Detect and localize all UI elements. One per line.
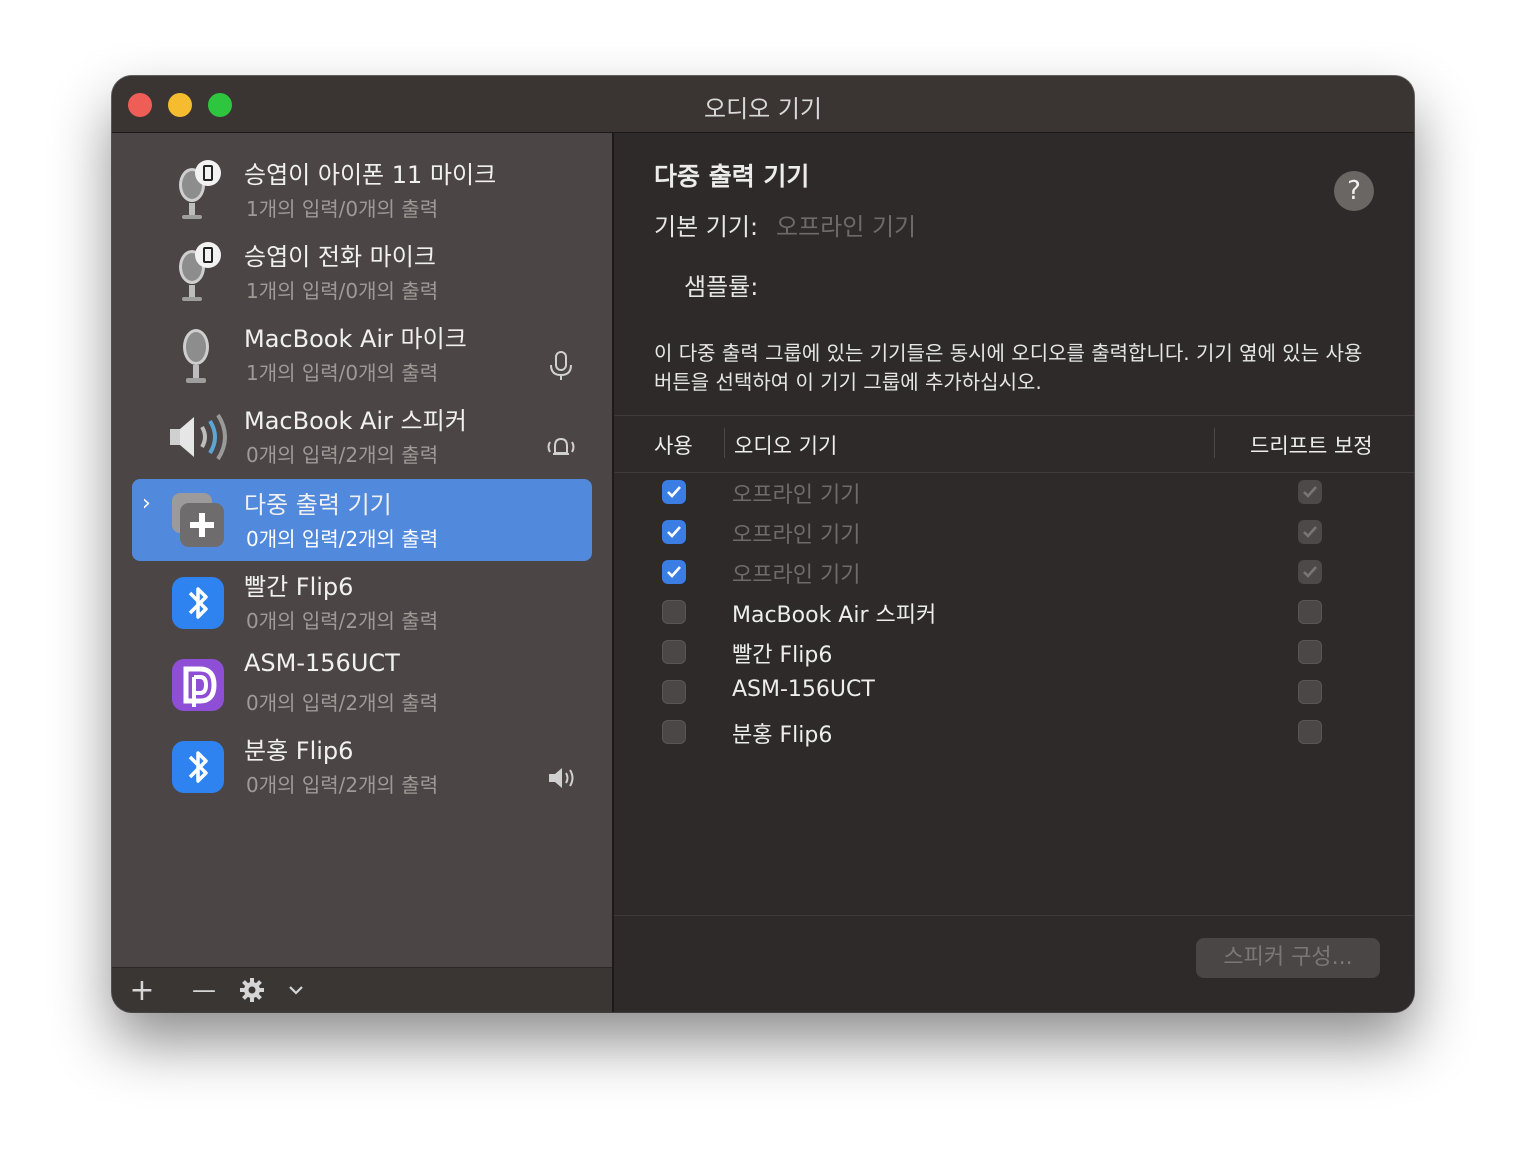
drift-correction-checkbox[interactable] bbox=[1298, 600, 1322, 624]
use-checkbox[interactable] bbox=[662, 520, 686, 544]
checkmark-icon bbox=[667, 566, 681, 578]
page-title: 다중 출력 기기 bbox=[654, 162, 810, 191]
column-header-device[interactable]: 오디오 기기 bbox=[734, 430, 837, 460]
device-io-count: 0개의 입력/2개의 출력 bbox=[246, 527, 439, 551]
device-name: 오프라인 기기 bbox=[732, 483, 861, 508]
device-item-red-flip6[interactable]: 빨간 Flip6 0개의 입력/2개의 출력 bbox=[132, 561, 592, 643]
table-row: MacBook Air 스피커 bbox=[614, 593, 1414, 633]
microphone-icon bbox=[183, 329, 209, 383]
gear-icon bbox=[240, 978, 264, 1002]
device-list-sidebar: 승엽이 아이폰 11 마이크 1개의 입력/0개의 출력 승엽이 전화 마이크 … bbox=[112, 133, 614, 1012]
iphone-microphone-icon bbox=[179, 242, 221, 301]
column-header-use[interactable]: 사용 bbox=[654, 430, 693, 460]
audio-devices-window: 오디오 기기 승엽이 아이폰 11 마이크 1개의 입력/0개의 출력 승엽이 … bbox=[112, 76, 1414, 1012]
device-item-multi-output[interactable]: › 다중 출력 기기 0개의 입력/2개의 출력 bbox=[132, 479, 592, 561]
window-title: 오디오 기기 bbox=[703, 95, 823, 123]
checkmark-icon bbox=[667, 486, 681, 498]
table-row: 오프라인 기기 bbox=[614, 513, 1414, 553]
device-table-header: 사용 오디오 기기 드리프트 보정 bbox=[614, 415, 1414, 473]
title-bar: 오디오 기기 bbox=[112, 76, 1414, 133]
drift-correction-checkbox[interactable] bbox=[1298, 480, 1322, 504]
use-checkbox[interactable] bbox=[662, 640, 686, 664]
detail-footer: 스피커 구성... bbox=[614, 915, 1414, 1012]
sample-rate-label: 샘플률: bbox=[684, 273, 759, 301]
device-io-count: 1개의 입력/0개의 출력 bbox=[246, 361, 439, 385]
device-io-count: 1개의 입력/0개의 출력 bbox=[246, 197, 439, 221]
remove-device-button[interactable]: — bbox=[188, 974, 220, 1006]
configure-speakers-button[interactable]: 스피커 구성... bbox=[1196, 938, 1380, 978]
use-checkbox[interactable] bbox=[662, 480, 686, 504]
use-checkbox[interactable] bbox=[662, 720, 686, 744]
primary-device-popup[interactable]: 오프라인 기기 bbox=[776, 207, 916, 242]
bluetooth-icon bbox=[172, 741, 224, 793]
device-name: 빨간 Flip6 bbox=[244, 573, 354, 601]
checkmark-icon bbox=[667, 526, 681, 538]
checkmark-icon bbox=[1303, 486, 1317, 498]
device-io-count: 0개의 입력/2개의 출력 bbox=[246, 443, 439, 467]
device-io-count: 1개의 입력/0개의 출력 bbox=[246, 279, 439, 303]
drift-correction-checkbox[interactable] bbox=[1298, 680, 1322, 704]
drift-correction-checkbox[interactable] bbox=[1298, 720, 1322, 744]
default-input-icon bbox=[550, 351, 572, 380]
chevron-down-icon bbox=[289, 986, 303, 995]
device-item-iphone-11-mic[interactable]: 승엽이 아이폰 11 마이크 1개의 입력/0개의 출력 bbox=[132, 149, 592, 231]
device-item-asm-156uct[interactable]: ASM-156UCT 0개의 입력/2개의 출력 bbox=[132, 643, 592, 725]
device-name: MacBook Air 스피커 bbox=[244, 407, 467, 435]
use-checkbox[interactable] bbox=[662, 680, 686, 704]
system-output-bell-icon bbox=[547, 437, 575, 455]
settings-gear-button[interactable] bbox=[236, 974, 268, 1006]
device-name: 빨간 Flip6 bbox=[732, 643, 833, 668]
device-name: 오프라인 기기 bbox=[732, 523, 861, 548]
table-row: 오프라인 기기 bbox=[614, 553, 1414, 593]
bluetooth-icon bbox=[172, 577, 224, 629]
add-device-button[interactable]: + bbox=[126, 973, 158, 1008]
multi-output-icon bbox=[172, 493, 224, 547]
table-row: 빨간 Flip6 bbox=[614, 633, 1414, 673]
device-name: MacBook Air 스피커 bbox=[732, 603, 937, 628]
device-io-count: 0개의 입력/2개의 출력 bbox=[246, 773, 439, 797]
device-name: ASM-156UCT bbox=[732, 677, 875, 702]
disclosure-chevron-icon[interactable]: › bbox=[142, 491, 151, 516]
settings-menu-chevron[interactable] bbox=[280, 974, 312, 1006]
speaker-icon bbox=[170, 413, 227, 461]
dp-app-icon bbox=[172, 659, 224, 711]
multi-output-description: 이 다중 출력 그룹에 있는 기기들은 동시에 오디오를 출력합니다. 기기 옆… bbox=[654, 341, 1363, 394]
checkmark-icon bbox=[1303, 566, 1317, 578]
drift-correction-checkbox[interactable] bbox=[1298, 520, 1322, 544]
device-detail-panel: 다중 출력 기기 ? 기본 기기: 오프라인 기기 샘플률: 이 다중 출력 그… bbox=[614, 133, 1414, 1012]
device-item-phone-mic[interactable]: 승엽이 전화 마이크 1개의 입력/0개의 출력 bbox=[132, 231, 592, 313]
table-row: 오프라인 기기 bbox=[614, 473, 1414, 513]
device-name: 오프라인 기기 bbox=[732, 563, 861, 588]
drift-correction-checkbox[interactable] bbox=[1298, 560, 1322, 584]
device-item-macbook-mic[interactable]: MacBook Air 마이크 1개의 입력/0개의 출력 bbox=[132, 313, 592, 395]
device-io-count: 0개의 입력/2개의 출력 bbox=[246, 691, 439, 715]
column-divider bbox=[724, 428, 725, 458]
device-name: 분홍 Flip6 bbox=[244, 737, 354, 765]
column-header-drift[interactable]: 드리프트 보정 bbox=[1250, 430, 1373, 460]
device-name: ASM-156UCT bbox=[244, 649, 400, 677]
help-button[interactable]: ? bbox=[1334, 171, 1374, 211]
use-checkbox[interactable] bbox=[662, 560, 686, 584]
device-name: 승엽이 전화 마이크 bbox=[244, 243, 436, 271]
primary-device-label: 기본 기기: bbox=[654, 213, 759, 241]
device-name: 승엽이 아이폰 11 마이크 bbox=[244, 161, 497, 189]
table-row: 분홍 Flip6 bbox=[614, 713, 1414, 753]
use-checkbox[interactable] bbox=[662, 600, 686, 624]
device-name: 다중 출력 기기 bbox=[244, 491, 392, 519]
drift-correction-checkbox[interactable] bbox=[1298, 640, 1322, 664]
default-output-speaker-icon bbox=[549, 768, 574, 788]
device-io-count: 0개의 입력/2개의 출력 bbox=[246, 609, 439, 633]
iphone-microphone-icon bbox=[179, 160, 221, 219]
device-name: MacBook Air 마이크 bbox=[244, 325, 467, 353]
column-divider bbox=[1214, 428, 1215, 458]
device-item-macbook-speaker[interactable]: MacBook Air 스피커 0개의 입력/2개의 출력 bbox=[132, 395, 592, 477]
device-item-pink-flip6[interactable]: 분홍 Flip6 0개의 입력/2개의 출력 bbox=[132, 725, 592, 807]
table-row: ASM-156UCT bbox=[614, 673, 1414, 713]
device-name: 분홍 Flip6 bbox=[732, 723, 833, 748]
checkmark-icon bbox=[1303, 526, 1317, 538]
sidebar-toolbar: + — bbox=[112, 967, 612, 1012]
